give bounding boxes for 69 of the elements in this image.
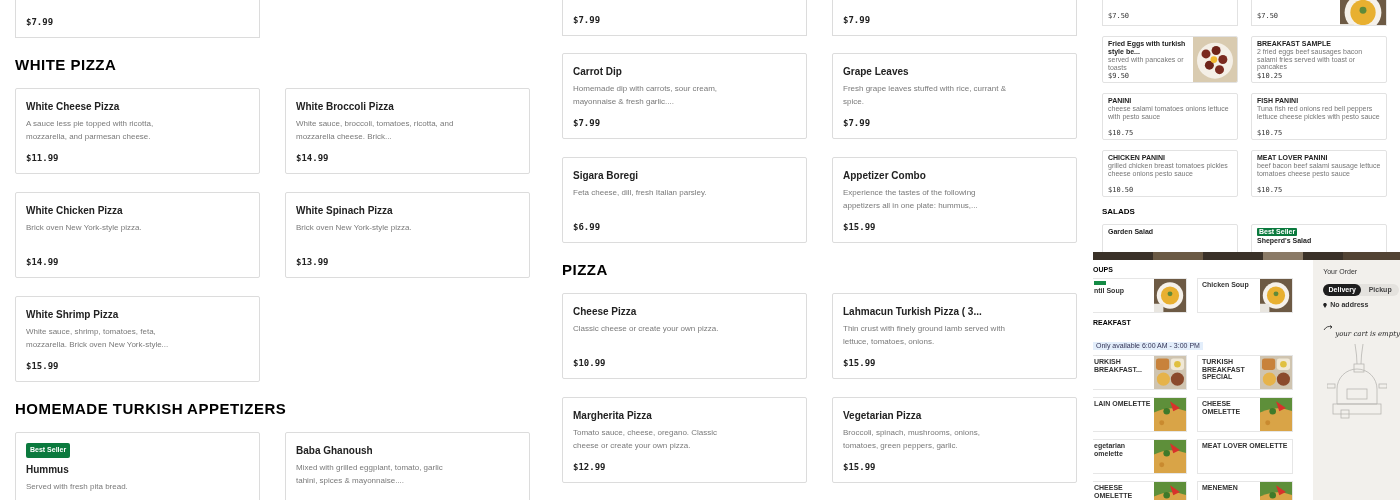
item-title: Baba Ghanoush bbox=[296, 444, 374, 458]
item-description: Fresh grape leaves stuffed with rice, currant & spice. bbox=[843, 83, 1008, 108]
menu-item-card[interactable]: $7.99 bbox=[15, 0, 260, 38]
item-description: White sauce, broccoli, tomatoes, ricotta, and mozzarella cheese. Brick... bbox=[296, 118, 455, 143]
price: $13.99 bbox=[296, 255, 330, 269]
item-description: Tomato sauce, cheese, oregano. Classic cheese or create your own pizza. bbox=[573, 427, 719, 452]
section-heading: WHITE PIZZA bbox=[15, 57, 118, 73]
menu-item-card[interactable]: Lahmacun Turkish Pizza ( 3... Thin crust with finely ground lamb served with lettuce, tomatoes, onions. $15.99 bbox=[832, 293, 1077, 379]
item-title: Hummus bbox=[26, 462, 70, 477]
price: $11.99 bbox=[26, 151, 60, 165]
item-title: Grape Leaves bbox=[843, 65, 910, 79]
section-heading: PIZZA bbox=[562, 262, 609, 278]
location-pin-icon bbox=[1323, 302, 1328, 308]
price: $7.99 bbox=[26, 15, 55, 29]
item-description: Homemade dip with carrots, sour cream, mayonnaise & fresh garlic.... bbox=[573, 83, 719, 108]
section-heading: HOMEMADE TURKISH APPETIZERS bbox=[15, 401, 288, 417]
menu-item-card[interactable]: Grape Leaves Fresh grape leaves stuffed with rice, currant & spice. $7.99 bbox=[832, 53, 1077, 139]
item-title: White Cheese Pizza bbox=[26, 100, 121, 114]
menu-item-card[interactable]: Vegetarian Pizza Broccoli, spinach, mushrooms, onions, tomatoes, green peppers, garlic. $15.99 bbox=[832, 397, 1077, 483]
item-description: Classic cheese or create your own pizza. bbox=[573, 323, 720, 335]
curved-arrow-icon bbox=[1323, 324, 1334, 332]
item-title: Sigara Boregi bbox=[573, 169, 640, 183]
item-description: Thin crust with finely ground lamb served with lettuce, tomatoes, onions. bbox=[843, 323, 1006, 348]
section-heading: SALADS bbox=[1102, 207, 1136, 217]
item-description: Experience the tastes of the following appetizers all in one plate: hummus,... bbox=[843, 187, 979, 212]
menu-item-card[interactable]: White Shrimp Pizza White sauce, shrimp, tomatoes, feta, mozzarella. Brick oven New York-style... $15.99 bbox=[15, 296, 260, 382]
item-description: A sauce less pie topped with ricotta, mozzarella, and parmesan cheese. bbox=[26, 118, 155, 143]
price: $6.99 bbox=[573, 220, 602, 234]
menu-item-card[interactable]: Cheese Pizza Classic cheese or create your own pizza. $10.99 bbox=[562, 293, 807, 379]
price: $15.99 bbox=[26, 359, 60, 373]
menu-item-card[interactable]: Sigara Boregi Feta cheese, dill, fresh Italian parsley. $6.99 bbox=[562, 157, 807, 243]
price: $10.99 bbox=[573, 356, 607, 370]
item-description: Mixed with grilled eggplant, tomato, garlic tahini, spices & mayonnaise.... bbox=[296, 462, 444, 487]
menu-item-card[interactable]: Baba Ghanoush Mixed with grilled eggplant, tomato, garlic tahini, spices & mayonnaise.... bbox=[285, 432, 530, 500]
menu-item-card[interactable]: White Cheese Pizza A sauce less pie topped with ricotta, mozzarella, and parmesan cheese. $11.99 bbox=[15, 88, 260, 174]
item-title: White Spinach Pizza bbox=[296, 204, 394, 218]
price: $14.99 bbox=[26, 255, 60, 269]
menu-item-card[interactable]: $7.99 bbox=[562, 0, 807, 36]
price: $14.99 bbox=[296, 151, 330, 165]
item-title: White Chicken Pizza bbox=[26, 204, 124, 218]
menu-item-card[interactable]: Margherita Pizza Tomato sauce, cheese, oregano. Classic cheese or create your own pizza. $12.99 bbox=[562, 397, 807, 483]
item-title: Vegetarian Pizza bbox=[843, 409, 923, 423]
item-description: Broccoli, spinach, mushrooms, onions, tomatoes, green peppers, garlic. bbox=[843, 427, 981, 452]
item-description: Feta cheese, dill, fresh Italian parsley. bbox=[573, 187, 708, 199]
item-title: White Broccoli Pizza bbox=[296, 100, 395, 114]
menu-item-card[interactable]: Appetizer Combo Experience the tastes of the following appetizers all in one plate: hummus,... $15.99 bbox=[832, 157, 1077, 243]
item-title: Carrot Dip bbox=[573, 65, 623, 79]
price: $15.99 bbox=[843, 356, 877, 370]
menu-item-card[interactable]: Carrot Dip Homemade dip with carrots, sour cream, mayonnaise & fresh garlic.... $7.99 bbox=[562, 53, 807, 139]
item-description: White sauce, shrimp, tomatoes, feta, mozzarella. Brick oven New York-style... bbox=[26, 326, 170, 351]
price: $12.99 bbox=[573, 460, 607, 474]
menu-item-card[interactable]: White Spinach Pizza Brick oven New York-style pizza. $13.99 bbox=[285, 192, 530, 278]
price: $7.99 bbox=[573, 13, 602, 27]
item-title: Lahmacun Turkish Pizza ( 3... bbox=[843, 305, 983, 319]
menu-item-card[interactable]: $7.99 bbox=[832, 0, 1077, 36]
item-title: Cheese Pizza bbox=[573, 305, 638, 319]
item-title: Margherita Pizza bbox=[573, 409, 653, 423]
menu-item-card[interactable]: White Broccoli Pizza White sauce, broccoli, tomatoes, ricotta, and mozzarella cheese. Brick... $14.99 bbox=[285, 88, 530, 174]
item-description: Served with fresh pita bread. bbox=[26, 480, 129, 493]
price: $7.99 bbox=[573, 116, 602, 130]
item-title: Appetizer Combo bbox=[843, 169, 927, 183]
price: $7.99 bbox=[843, 13, 872, 27]
price: $15.99 bbox=[843, 220, 877, 234]
price: $7.99 bbox=[843, 116, 872, 130]
item-title: White Shrimp Pizza bbox=[26, 308, 120, 322]
price: $15.99 bbox=[843, 460, 877, 474]
menu-item-card[interactable]: White Chicken Pizza Brick oven New York-style pizza. $14.99 bbox=[15, 192, 260, 278]
item-description: Brick oven New York-style pizza. bbox=[296, 222, 413, 234]
item-description: Brick oven New York-style pizza. bbox=[26, 222, 143, 234]
